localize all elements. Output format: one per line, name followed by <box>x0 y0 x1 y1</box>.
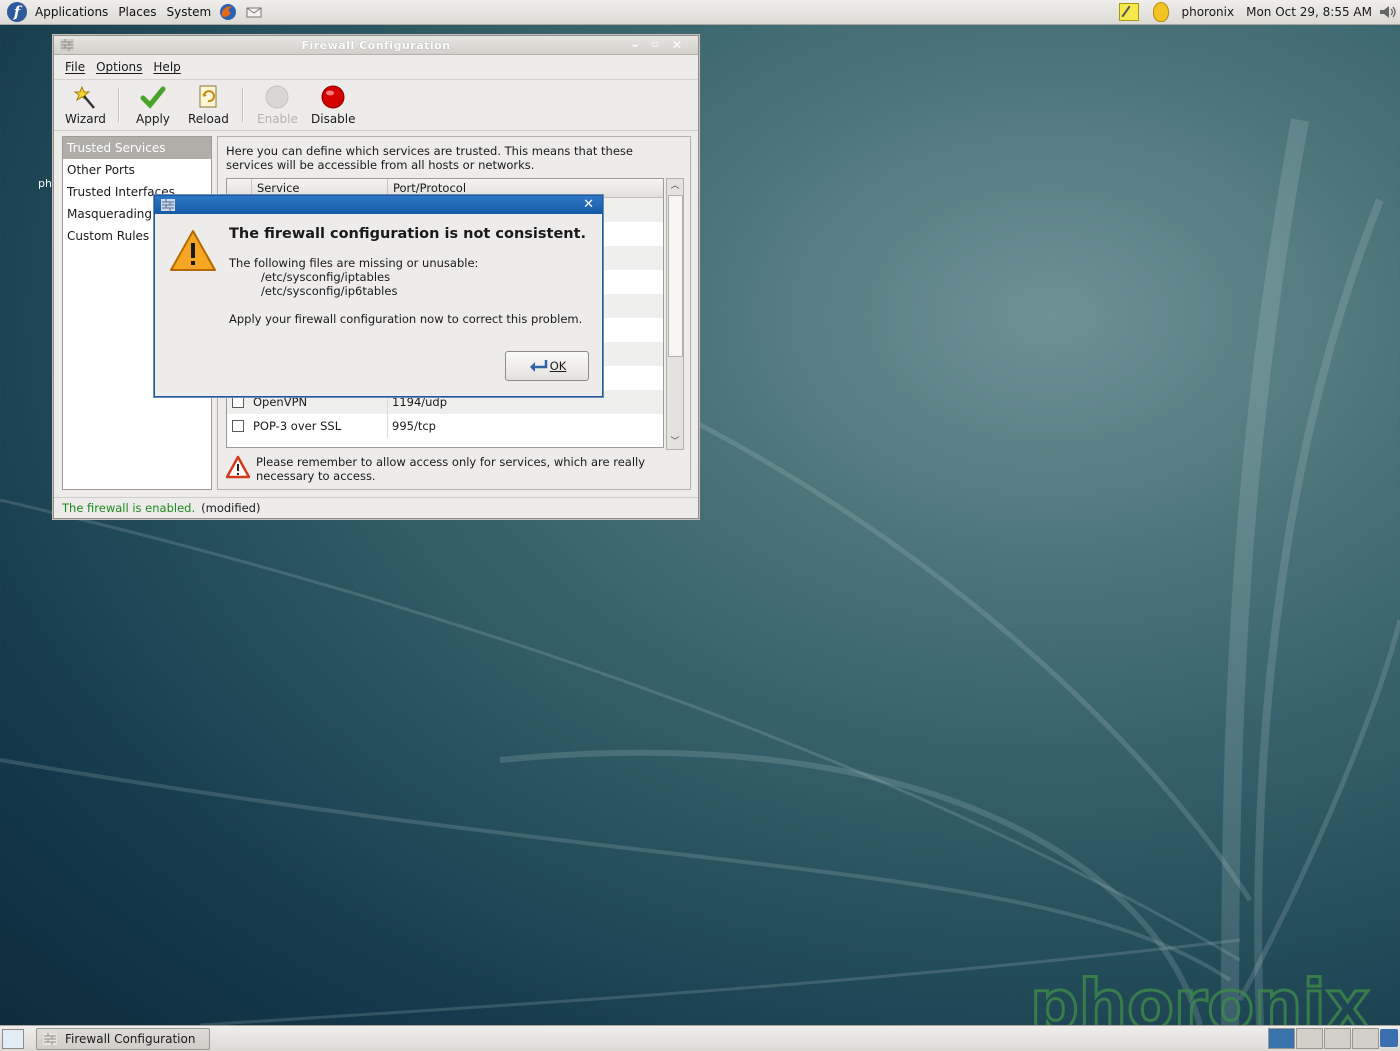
nav-other-ports[interactable]: Other Ports <box>63 159 211 181</box>
window-titlebar[interactable]: Firewall Configuration – ▫ ✕ <box>54 36 698 55</box>
dialog-titlebar[interactable]: ✕ <box>155 196 602 214</box>
toolbar: Wizard Apply Reload Enable Disable <box>54 80 698 131</box>
service-checkbox[interactable] <box>232 420 244 432</box>
maximize-icon[interactable]: ▫ <box>646 37 664 53</box>
disable-button[interactable]: Disable <box>311 84 356 126</box>
status-enabled: The firewall is enabled. <box>62 501 196 515</box>
workspace-switcher <box>1268 1028 1380 1049</box>
places-menu[interactable]: Places <box>118 5 156 19</box>
warning-icon <box>170 230 216 271</box>
service-port: 1194/udp <box>392 395 448 409</box>
menu-file[interactable]: File <box>65 60 85 74</box>
scrollbar-thumb[interactable] <box>668 195 683 357</box>
access-notice: Please remember to allow access only for… <box>226 455 681 483</box>
close-icon[interactable]: ✕ <box>583 197 594 213</box>
apply-label: Apply <box>136 112 170 126</box>
reload-icon <box>199 85 217 108</box>
fedora-logo-icon[interactable]: f <box>7 2 27 22</box>
show-desktop-icon[interactable] <box>2 1029 24 1049</box>
apply-button[interactable]: Apply <box>136 84 170 126</box>
updater-icon[interactable] <box>1153 2 1170 22</box>
system-menu[interactable]: System <box>166 5 211 19</box>
desktop-icon-label[interactable]: ph <box>38 177 52 190</box>
enable-button[interactable]: Enable <box>257 84 298 126</box>
note-icon[interactable] <box>1119 3 1140 21</box>
table-scrollbar[interactable]: ︿ ﹀ <box>666 178 684 450</box>
ok-icon <box>529 360 547 372</box>
applications-menu[interactable]: Applications <box>35 5 108 19</box>
dialog-line: Apply your firewall configuration now to… <box>229 312 583 326</box>
wizard-button[interactable]: Wizard <box>65 84 106 126</box>
warning-icon <box>226 455 250 479</box>
toolbar-separator <box>118 88 120 122</box>
bottom-panel: Firewall Configuration <box>0 1025 1400 1051</box>
toolbar-separator <box>242 88 244 122</box>
taskbar-firewall-button[interactable]: Firewall Configuration <box>36 1028 210 1050</box>
status-bar: The firewall is enabled. (modified) <box>54 497 698 518</box>
menu-options[interactable]: Options <box>96 60 142 74</box>
minimize-icon[interactable]: – <box>626 37 644 53</box>
apply-icon <box>140 86 166 109</box>
dialog-line: The following files are missing or unusa… <box>229 256 479 270</box>
wizard-icon <box>73 85 96 109</box>
reload-label: Reload <box>188 112 229 126</box>
status-modified: (modified) <box>201 501 261 515</box>
mail-icon[interactable] <box>245 3 263 21</box>
disable-label: Disable <box>311 112 356 126</box>
menubar: File Options Help <box>54 55 698 80</box>
clock[interactable]: Mon Oct 29, 8:55 AM <box>1246 5 1372 19</box>
enable-icon <box>265 85 289 109</box>
close-icon[interactable]: ✕ <box>668 37 686 53</box>
notice-text: Please remember to allow access only for… <box>256 455 646 483</box>
workspace-4[interactable] <box>1352 1028 1379 1049</box>
service-name: POP-3 over SSL <box>249 414 388 438</box>
firewall-app-icon <box>161 199 175 211</box>
window-title: Firewall Configuration <box>301 38 451 52</box>
workspace-1[interactable] <box>1268 1028 1295 1049</box>
workspace-3[interactable] <box>1324 1028 1351 1049</box>
scroll-down-icon[interactable]: ﹀ <box>667 435 683 449</box>
ok-label: OK <box>549 359 567 373</box>
disable-icon <box>321 85 345 109</box>
table-row[interactable]: POP-3 over SSL 995/tcp <box>227 414 663 438</box>
dialog-heading: The firewall configuration is not consis… <box>229 226 587 242</box>
error-dialog: ✕ The firewall configuration is not cons… <box>154 195 603 397</box>
intro-text: Here you can define which services are t… <box>226 144 633 172</box>
scroll-up-icon[interactable]: ︿ <box>667 179 683 193</box>
menu-help[interactable]: Help <box>153 60 180 74</box>
ok-button[interactable]: OK <box>505 351 589 381</box>
wizard-label: Wizard <box>65 112 106 126</box>
volume-icon[interactable] <box>1378 3 1398 21</box>
firewall-app-icon <box>43 1033 57 1045</box>
dialog-message: The following files are missing or unusa… <box>229 256 582 326</box>
workspace-2[interactable] <box>1296 1028 1323 1049</box>
missing-file: /etc/sysconfig/iptables <box>261 270 391 284</box>
enable-label: Enable <box>257 112 298 126</box>
reload-button[interactable]: Reload <box>188 84 229 126</box>
missing-file: /etc/sysconfig/ip6tables <box>261 284 398 298</box>
taskbar-label: Firewall Configuration <box>65 1032 196 1046</box>
service-port: 995/tcp <box>392 419 436 433</box>
top-panel: f Applications Places System phoronix Mo… <box>0 0 1400 25</box>
service-checkbox[interactable] <box>232 396 244 408</box>
nav-trusted-services[interactable]: Trusted Services <box>63 137 211 159</box>
trash-icon[interactable] <box>1380 1029 1398 1047</box>
user-name[interactable]: phoronix <box>1181 5 1234 19</box>
firefox-icon[interactable] <box>219 3 237 21</box>
